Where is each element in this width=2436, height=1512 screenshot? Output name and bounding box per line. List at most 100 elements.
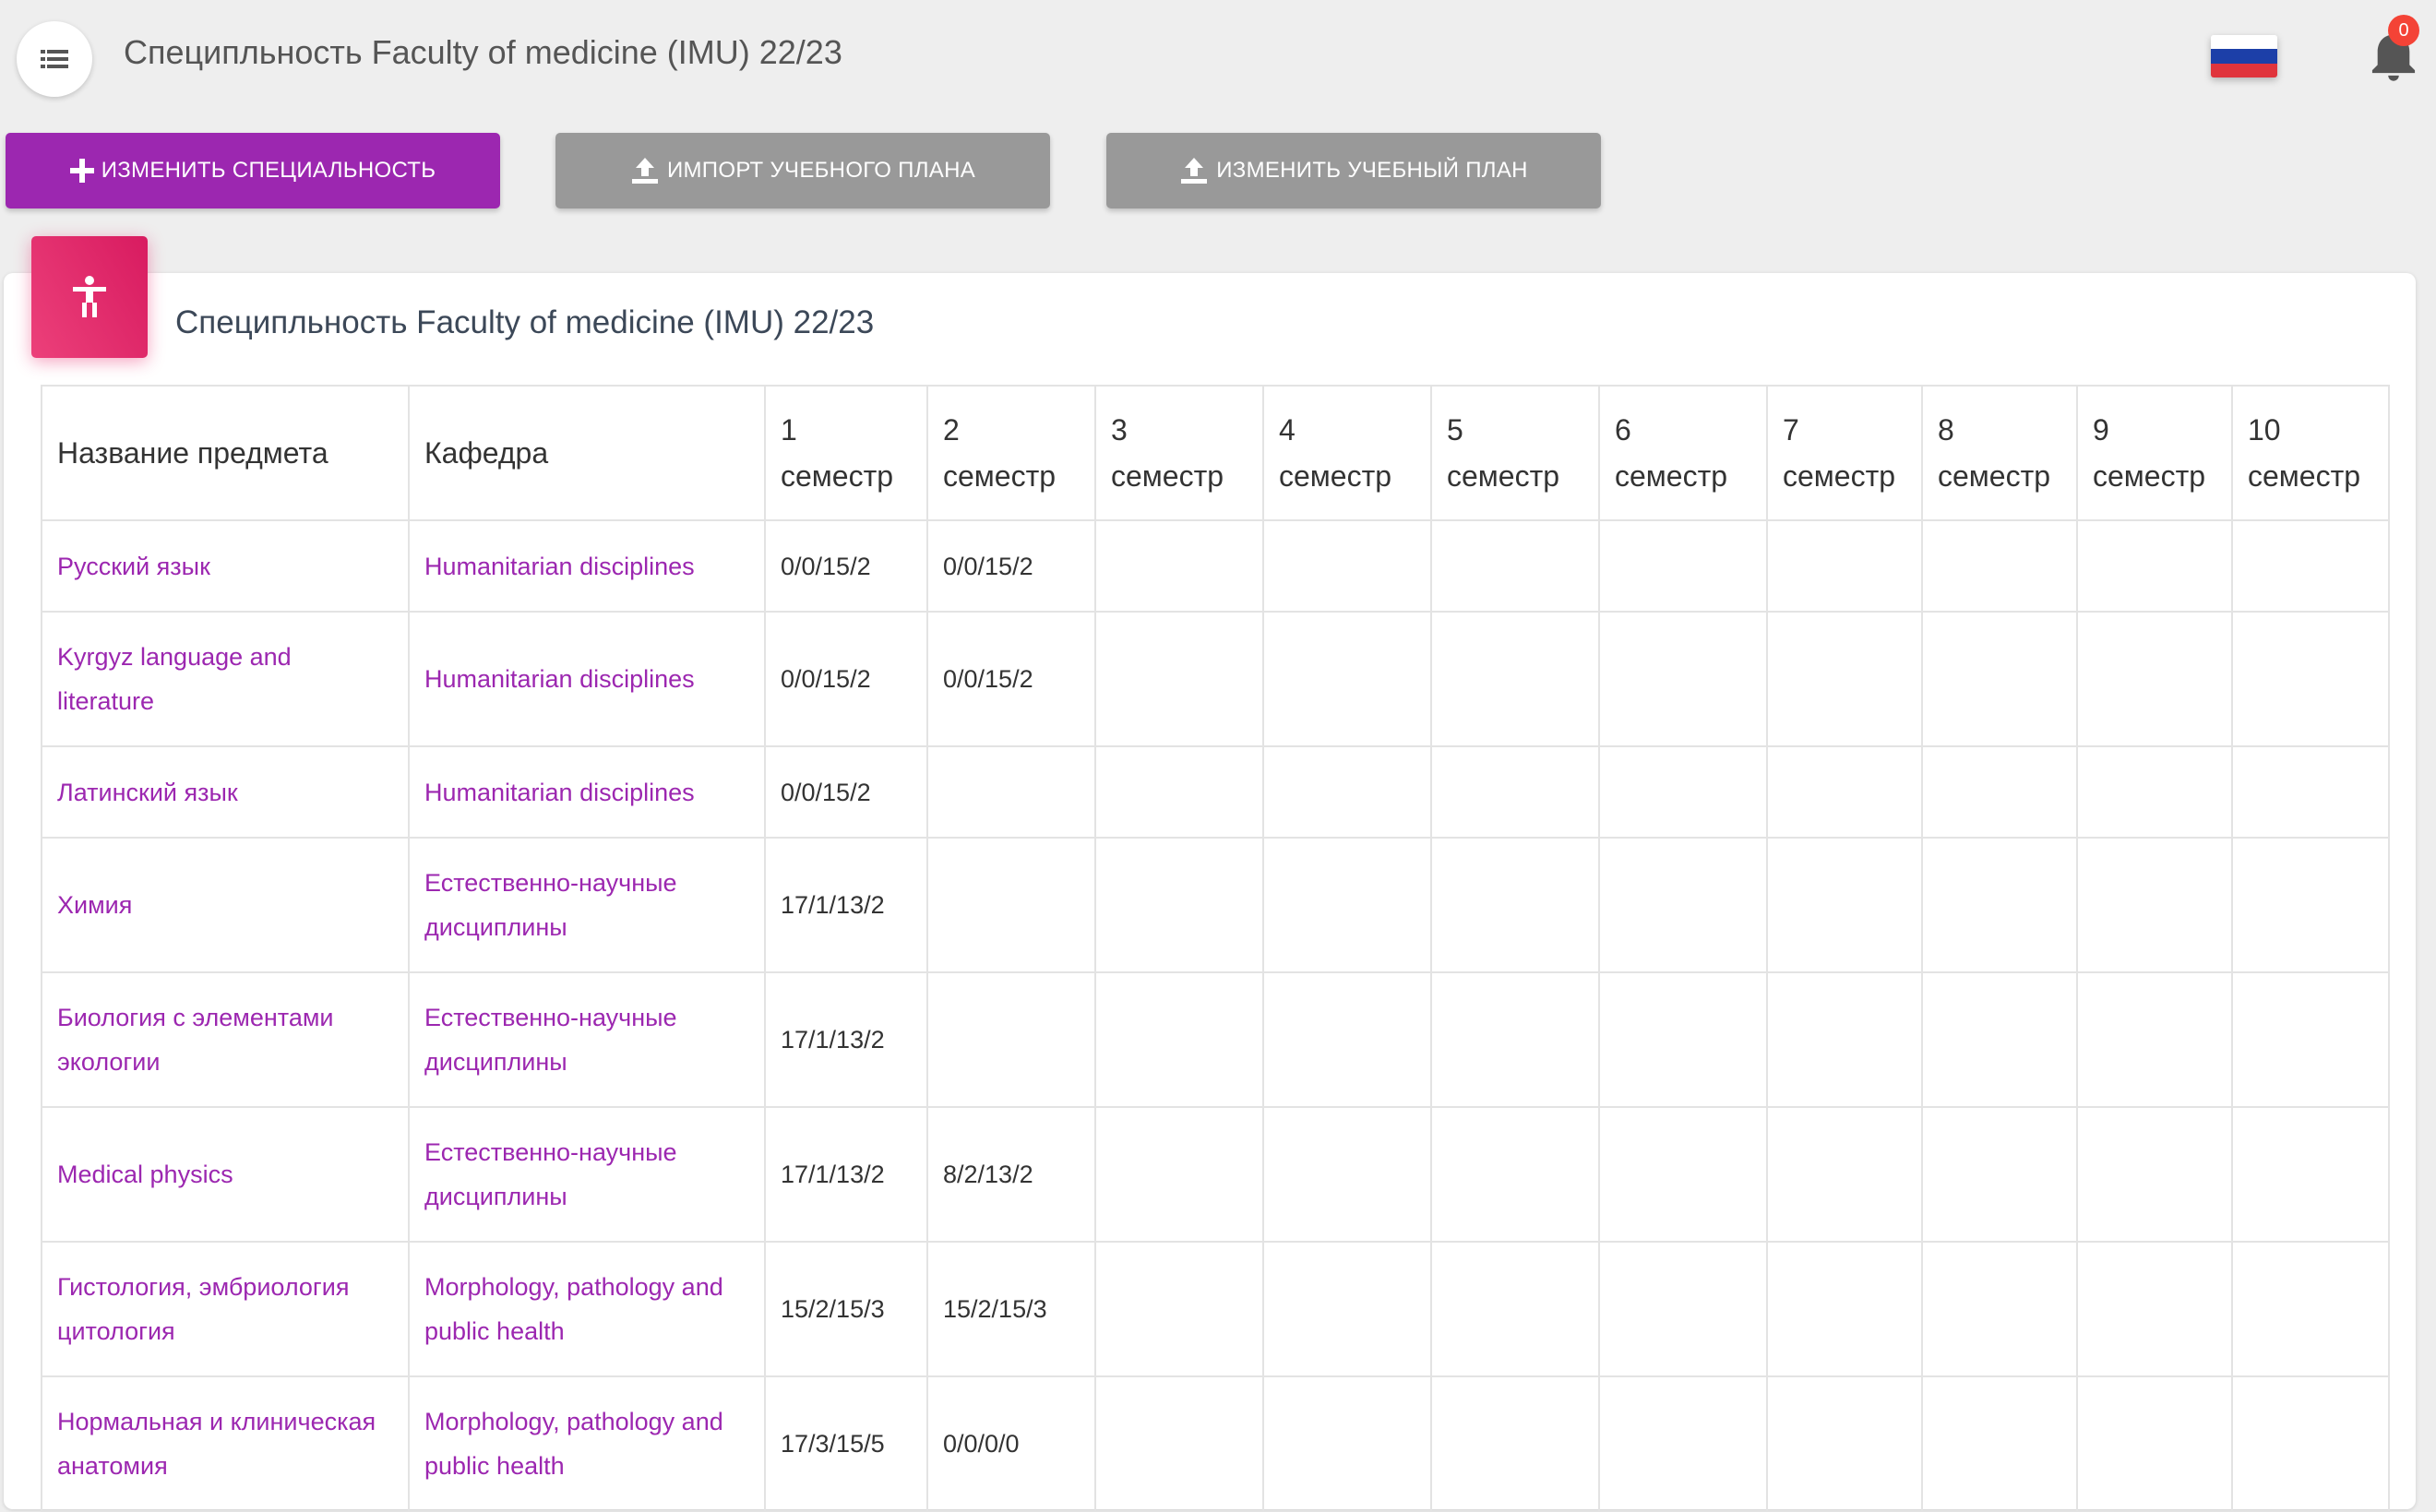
semester-cell (1262, 611, 1432, 747)
semester-1-cell: 17/1/13/2 (764, 971, 928, 1108)
semester-cell (2231, 611, 2390, 747)
import-plan-label: Импорт учебного плана (666, 158, 976, 183)
table-row: Латинский язык Humanitarian disciplines … (41, 745, 2390, 839)
semester-cell (2076, 837, 2233, 973)
header-department: Кафедра (408, 385, 766, 521)
semester-1-cell: 0/0/15/2 (764, 519, 928, 613)
semester-cell (1598, 1375, 1768, 1512)
semester-cell (1262, 1241, 1432, 1377)
semester-cell (1766, 1241, 1923, 1377)
semester-cell (1921, 611, 2078, 747)
semester-cell (2231, 837, 2390, 973)
subject-link[interactable]: Биология с элементами экологии (41, 971, 410, 1108)
semester-1-cell: 17/1/13/2 (764, 1106, 928, 1243)
semester-cell (2076, 611, 2233, 747)
subject-link[interactable]: Нормальная и клиническая анатомия (41, 1375, 410, 1512)
table-row: Гистология, эмбриология цитология Morpho… (41, 1241, 2390, 1377)
semester-cell (2076, 519, 2233, 613)
table-row: Medical physics Естественно-научные дисц… (41, 1106, 2390, 1243)
department-link[interactable]: Естественно-научные дисциплины (408, 837, 766, 973)
plus-icon (69, 159, 94, 183)
semester-cell (1598, 519, 1768, 613)
russia-flag-icon[interactable] (2211, 35, 2277, 77)
department-link[interactable]: Естественно-научные дисциплины (408, 971, 766, 1108)
header-semester-10: 10 семестр (2231, 385, 2390, 521)
subject-link[interactable]: Medical physics (41, 1106, 410, 1243)
department-link[interactable]: Humanitarian disciplines (408, 745, 766, 839)
card-title: Специпльность Faculty of medicine (IMU) … (175, 304, 875, 340)
menu-toggle-button[interactable] (17, 21, 92, 97)
semester-cell (1598, 1241, 1768, 1377)
edit-plan-button[interactable]: Изменить учебный план (1106, 133, 1601, 208)
table-row: Химия Естественно-научные дисциплины 17/… (41, 837, 2390, 973)
semester-cell (1094, 519, 1264, 613)
view-list-icon (41, 50, 68, 68)
semester-cell (1430, 971, 1600, 1108)
semester-cell (1262, 519, 1432, 613)
semester-cell (2076, 745, 2233, 839)
semester-cell (1430, 1241, 1600, 1377)
header-semester-9: 9 семестр (2076, 385, 2233, 521)
semester-cell (2231, 1241, 2390, 1377)
subject-link[interactable]: Латинский язык (41, 745, 410, 839)
semester-cell (2076, 1375, 2233, 1512)
upload-icon (631, 158, 658, 184)
import-plan-button[interactable]: Импорт учебного плана (555, 133, 1050, 208)
semester-cell (1262, 837, 1432, 973)
semester-cell (2231, 971, 2390, 1108)
table-header-row: Название предмета Кафедра 1 семестр 2 семе… (41, 385, 2390, 521)
semester-cell (2076, 1241, 2233, 1377)
change-specialty-button[interactable]: Изменить специальность (6, 133, 500, 208)
notification-badge: 0 (2388, 15, 2419, 46)
semester-cell (1094, 837, 1264, 973)
change-specialty-label: Изменить специальность (101, 158, 436, 183)
semester-cell (1430, 519, 1600, 613)
semester-cell (2231, 745, 2390, 839)
semester-1-cell: 17/1/13/2 (764, 837, 928, 973)
curriculum-table: Название предмета Кафедра 1 семестр 2 семе… (41, 385, 2390, 1512)
department-link[interactable]: Humanitarian disciplines (408, 611, 766, 747)
subject-link[interactable]: Гистология, эмбриология цитология (41, 1241, 410, 1377)
semester-2-cell (926, 971, 1096, 1108)
semester-1-cell: 15/2/15/3 (764, 1241, 928, 1377)
page-title: Специпльность Faculty of medicine (IMU) … (124, 33, 842, 71)
accessibility-icon (73, 276, 106, 317)
semester-cell (2076, 971, 2233, 1108)
semester-cell (1262, 1375, 1432, 1512)
semester-1-cell: 0/0/15/2 (764, 611, 928, 747)
semester-cell (2231, 1375, 2390, 1512)
semester-cell (1921, 519, 2078, 613)
header-semester-7: 7 семестр (1766, 385, 1923, 521)
table-row: Биология с элементами экологии Естествен… (41, 971, 2390, 1108)
header-semester-8: 8 семестр (1921, 385, 2078, 521)
semester-cell (1094, 611, 1264, 747)
subject-link[interactable]: Химия (41, 837, 410, 973)
semester-cell (1094, 1241, 1264, 1377)
department-link[interactable]: Humanitarian disciplines (408, 519, 766, 613)
department-link[interactable]: Естественно-научные дисциплины (408, 1106, 766, 1243)
subject-link[interactable]: Русский язык (41, 519, 410, 613)
semester-2-cell (926, 837, 1096, 973)
semester-cell (1921, 1241, 2078, 1377)
semester-cell (1766, 971, 1923, 1108)
header-semester-6: 6 семестр (1598, 385, 1768, 521)
semester-cell (1921, 971, 2078, 1108)
header-semester-2: 2 семестр (926, 385, 1096, 521)
semester-cell (1598, 745, 1768, 839)
semester-cell (1094, 1106, 1264, 1243)
semester-cell (1094, 745, 1264, 839)
semester-cell (1766, 1375, 1923, 1512)
header-semester-5: 5 семестр (1430, 385, 1600, 521)
edit-plan-label: Изменить учебный план (1216, 158, 1528, 183)
semester-cell (1598, 611, 1768, 747)
semester-cell (1766, 745, 1923, 839)
department-link[interactable]: Morphology, pathology and public health (408, 1375, 766, 1512)
upload-icon (1181, 158, 1208, 184)
subject-link[interactable]: Kyrgyz language and literature (41, 611, 410, 747)
semester-cell (1766, 519, 1923, 613)
semester-cell (1598, 1106, 1768, 1243)
department-link[interactable]: Morphology, pathology and public health (408, 1241, 766, 1377)
header-semester-4: 4 семестр (1262, 385, 1432, 521)
semester-cell (1262, 745, 1432, 839)
table-row: Kyrgyz language and literature Humanitar… (41, 611, 2390, 747)
